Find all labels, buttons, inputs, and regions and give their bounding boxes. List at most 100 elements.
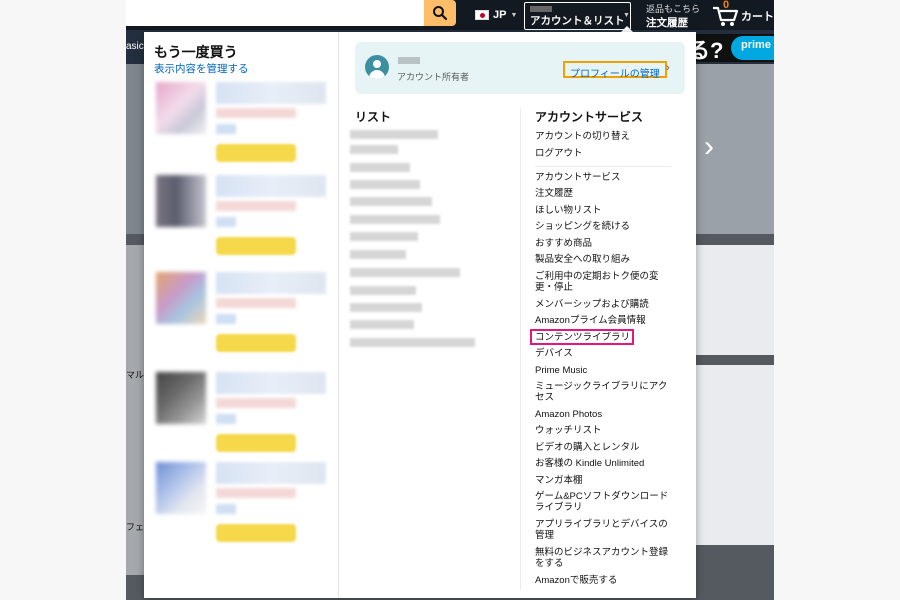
devices-link[interactable]: デバイス (535, 348, 685, 360)
video-purchases-link[interactable]: ビデオの購入とレンタル (535, 442, 685, 454)
order-history-link[interactable]: 注文履歴 (535, 188, 685, 200)
manage-profiles-link[interactable]: プロフィールの管理 (563, 61, 667, 80)
subnav-fragment[interactable]: asic (126, 41, 144, 52)
recommendations-link[interactable]: おすすめ商品 (535, 238, 685, 250)
list-item-redacted[interactable] (350, 320, 414, 329)
memberships-link[interactable]: メンバーシップおよび購読 (535, 299, 685, 311)
buy-again-button[interactable] (216, 144, 296, 162)
account-services-link[interactable]: アカウントサービス (535, 172, 685, 184)
product-detail-redacted (216, 504, 236, 514)
buy-again-product[interactable] (156, 82, 326, 170)
buy-again-button[interactable] (216, 237, 296, 255)
product-safety-link[interactable]: 製品安全への取り組み (535, 254, 685, 266)
prime-membership-link[interactable]: Amazonプライム会員情報 (535, 315, 685, 327)
product-detail-redacted (216, 314, 236, 324)
buy-again-manage-link[interactable]: 表示内容を管理する (154, 61, 249, 76)
app-library-link[interactable]: アプリライブラリとデバイスの (535, 519, 685, 531)
search-input[interactable] (126, 0, 424, 26)
product-detail-redacted (216, 217, 236, 227)
buy-again-button[interactable] (216, 334, 296, 352)
product-detail-redacted (216, 414, 236, 424)
cart-link[interactable]: 0 カート (711, 0, 774, 28)
product-detail-redacted (216, 398, 296, 408)
product-detail-redacted (216, 108, 296, 118)
separator (535, 166, 671, 167)
chevron-down-icon: ▼ (623, 12, 630, 19)
game-software-library-link-cont[interactable]: ライブラリ (535, 502, 685, 514)
list-item-redacted[interactable] (350, 250, 406, 259)
product-title-redacted (216, 272, 326, 294)
buy-again-product[interactable] (156, 462, 326, 550)
account-lists-button[interactable]: アカウント＆リスト (524, 2, 631, 30)
chevron-down-icon: ▼ (510, 11, 518, 19)
buy-again-product[interactable] (156, 175, 326, 263)
avatar-icon (365, 55, 389, 79)
left-margin (0, 0, 126, 600)
list-item-redacted[interactable] (350, 268, 460, 277)
sign-out-link[interactable]: ログアウト (535, 148, 685, 160)
buy-again-button[interactable] (216, 434, 296, 452)
product-title-redacted (216, 372, 326, 394)
search-button[interactable] (424, 0, 456, 26)
product-title-redacted (216, 82, 326, 104)
prime-logo[interactable]: prime (731, 36, 774, 60)
account-lists-label: アカウント＆リスト (530, 15, 625, 27)
keep-shopping-link[interactable]: ショッピングを続ける (535, 221, 685, 233)
column-divider (520, 108, 521, 590)
kindle-unlimited-link[interactable]: お客様の Kindle Unlimited (535, 458, 685, 470)
list-item-redacted[interactable] (350, 286, 416, 295)
music-library-link-cont[interactable]: セス (535, 392, 685, 404)
product-detail-redacted (216, 124, 236, 134)
column-divider (338, 32, 339, 598)
watchlist-link[interactable]: ウォッチリスト (535, 425, 685, 437)
list-item-redacted[interactable] (350, 180, 420, 189)
language-selector[interactable]: JP ▼ (475, 6, 517, 24)
content-library-highlight (530, 329, 634, 345)
background-card (686, 365, 774, 545)
orders-link[interactable]: 返品もこちら 注文履歴 (646, 2, 700, 30)
product-detail-redacted (216, 298, 296, 308)
switch-account-link[interactable]: アカウントの切り替え (535, 131, 685, 143)
wishlist-link[interactable]: ほしい物リスト (535, 205, 685, 217)
buy-again-product[interactable] (156, 272, 326, 360)
list-item-redacted[interactable] (350, 130, 438, 139)
buy-again-product[interactable] (156, 372, 326, 460)
account-greeting-redacted (530, 6, 552, 12)
app-library-link-cont[interactable]: 管理 (535, 530, 685, 542)
list-item-redacted[interactable] (350, 145, 398, 154)
business-account-link[interactable]: 無料のビジネスアカウント登録 (535, 547, 685, 559)
buy-again-button[interactable] (216, 524, 296, 542)
amazon-photos-link[interactable]: Amazon Photos (535, 409, 685, 421)
flag-icon (475, 10, 489, 20)
list-item-redacted[interactable] (350, 303, 422, 312)
list-item-redacted[interactable] (350, 215, 440, 224)
list-item-redacted[interactable] (350, 338, 475, 347)
subscribe-save-link-cont[interactable]: 更・停止 (535, 282, 685, 294)
sell-on-amazon-link[interactable]: Amazonで販売する (535, 575, 685, 587)
product-title-redacted (216, 175, 326, 197)
hero-carousel-right (686, 64, 774, 234)
background-card (686, 245, 774, 355)
returns-label: 返品もこちら (646, 4, 701, 14)
buy-again-title: もう一度買う (154, 44, 238, 60)
music-library-link[interactable]: ミュージックライブラリにアク (535, 381, 685, 393)
right-margin (774, 0, 900, 600)
game-software-library-link[interactable]: ゲーム&PCソフトダウンロード (535, 491, 685, 503)
prime-music-link[interactable]: Prime Music (535, 365, 685, 377)
product-thumbnail (156, 175, 206, 227)
product-thumbnail (156, 462, 206, 514)
chevron-right-icon: › (666, 62, 670, 74)
subscribe-save-link[interactable]: ご利用中の定期おトク便の変 (535, 271, 685, 283)
product-detail-redacted (216, 201, 296, 211)
language-label: JP (493, 9, 507, 21)
cart-label: カート (741, 11, 774, 23)
top-header: JP ▼ アカウント＆リスト ▼ 返品もこちら 注文履歴 0 カート (126, 0, 774, 30)
list-item-redacted[interactable] (350, 163, 410, 172)
lists-title: リスト (355, 110, 392, 124)
product-thumbnail (156, 272, 206, 324)
chevron-right-icon[interactable]: › (704, 130, 714, 164)
manga-shelf-link[interactable]: マンガ本棚 (535, 475, 685, 487)
list-item-redacted[interactable] (350, 197, 432, 206)
business-account-link-cont[interactable]: をする (535, 558, 685, 570)
list-item-redacted[interactable] (350, 232, 418, 241)
